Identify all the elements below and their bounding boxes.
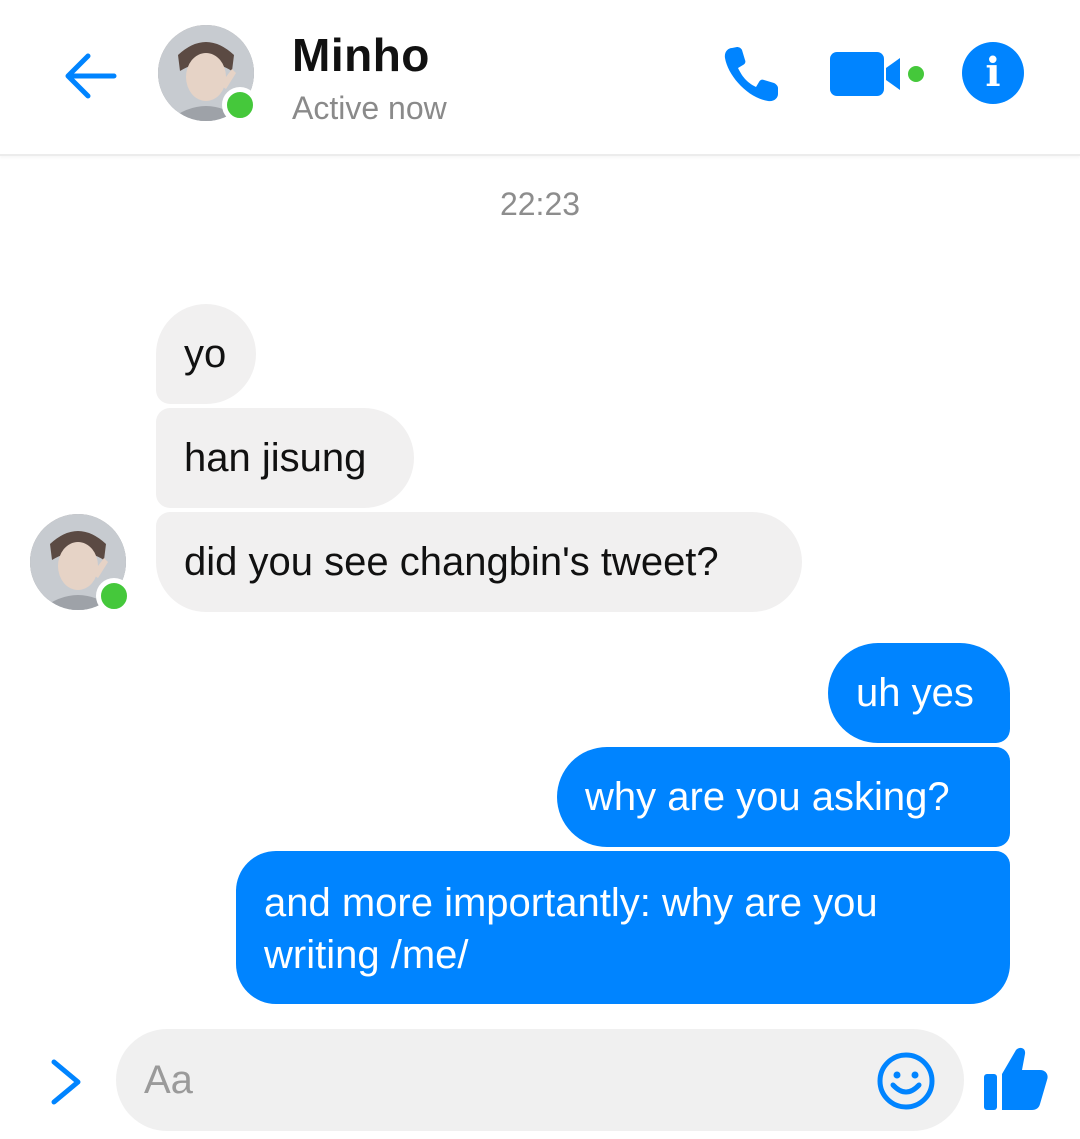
message-input[interactable]	[144, 1029, 844, 1131]
contact-avatar[interactable]	[158, 25, 258, 123]
info-button[interactable]: i	[962, 42, 1024, 104]
outgoing-message[interactable]: why are you asking?	[557, 747, 1010, 847]
phone-icon	[724, 47, 778, 102]
smiley-icon	[877, 1052, 935, 1110]
contact-name[interactable]: Minho	[292, 28, 430, 82]
online-indicator	[96, 578, 132, 614]
arrow-left-icon	[65, 53, 117, 99]
incoming-message[interactable]: yo	[156, 304, 256, 404]
expand-actions-button[interactable]	[42, 1054, 90, 1110]
conversation-header: Minho Active now i	[0, 0, 1080, 156]
video-camera-icon	[830, 52, 924, 96]
like-button[interactable]	[982, 1044, 1050, 1114]
video-call-button[interactable]	[828, 46, 930, 102]
thumbs-up-icon	[984, 1047, 1048, 1110]
chevron-right-icon	[51, 1059, 81, 1105]
incoming-message[interactable]: did you see changbin's tweet?	[156, 512, 802, 612]
voice-call-button[interactable]	[718, 42, 784, 108]
emoji-button[interactable]	[876, 1051, 936, 1111]
outgoing-message[interactable]: uh yes	[828, 643, 1010, 743]
message-timestamp: 22:23	[499, 186, 581, 222]
active-status: Active now	[292, 90, 447, 126]
back-button[interactable]	[58, 44, 122, 108]
sender-avatar[interactable]	[30, 514, 132, 614]
message-composer	[116, 1029, 964, 1131]
online-indicator	[222, 87, 258, 123]
incoming-message[interactable]: han jisung	[156, 408, 414, 508]
outgoing-message[interactable]: and more importantly: why are you writin…	[236, 851, 1010, 1004]
